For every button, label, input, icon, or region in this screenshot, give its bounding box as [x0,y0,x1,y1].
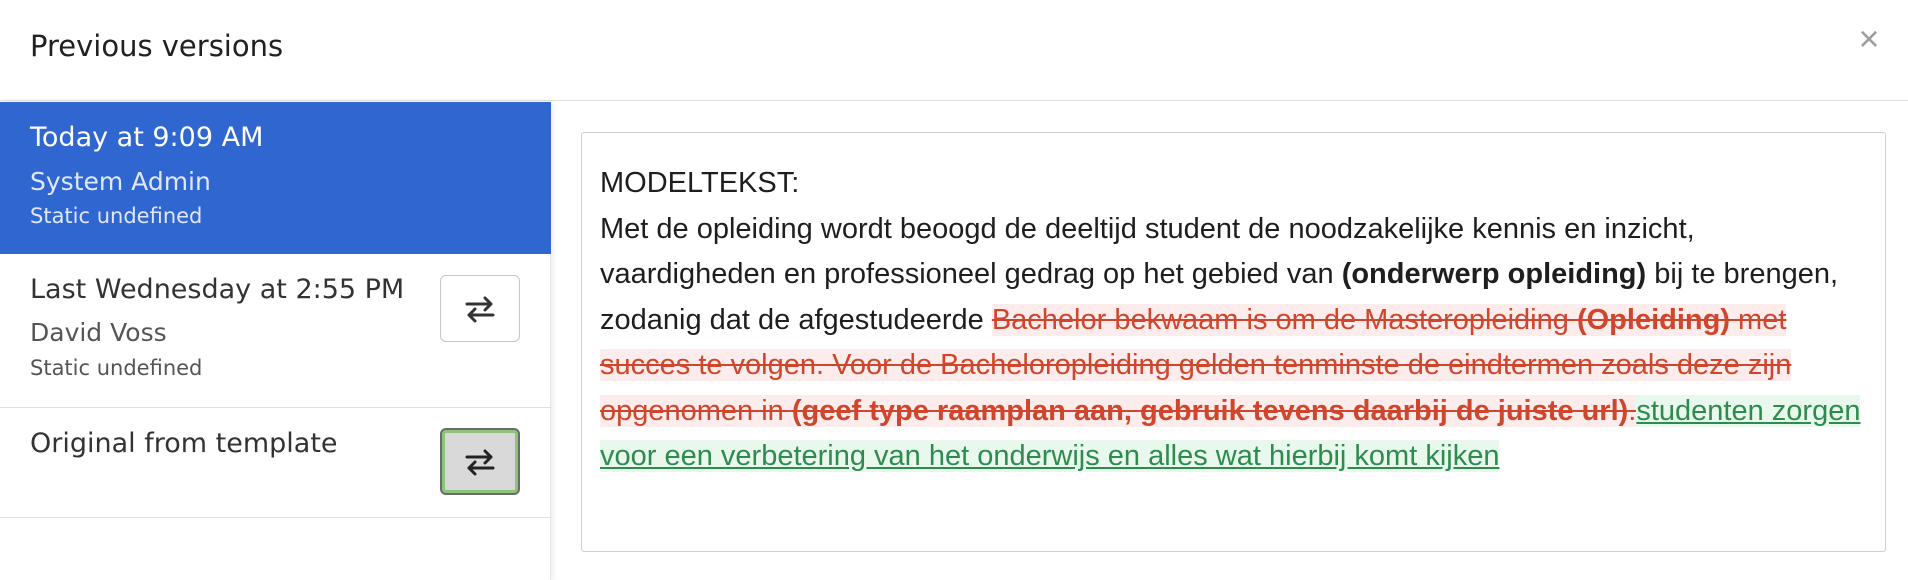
version-diff-view: MODELTEKST: Met de opleiding wordt beoogd… [581,132,1886,552]
version-note: Static undefined [30,204,203,228]
version-title: Today at 9:09 AM [30,122,264,153]
version-item-original-template[interactable]: Original from template [0,408,551,518]
document-heading: MODELTEKST: [600,167,800,199]
version-author: David Voss [30,318,167,347]
close-button[interactable]: × [1852,18,1886,59]
close-icon: × [1858,18,1880,59]
version-title: Original from template [30,428,338,459]
version-note: Static undefined [30,356,203,380]
deleted-bold-segment: (Opleiding) [1576,303,1730,336]
version-item-last-wednesday[interactable]: Last Wednesday at 2:55 PM David Voss Sta… [0,254,551,408]
version-item-current[interactable]: Today at 9:09 AM System Admin Static und… [0,102,551,254]
dialog-title: Previous versions [30,29,284,63]
compare-version-button[interactable] [440,428,520,495]
bold-segment: (onderwerp opleiding) [1341,258,1647,290]
diff-text: MODELTEKST: Met de opleiding wordt beoogd… [600,161,1867,480]
version-title: Last Wednesday at 2:55 PM [30,274,405,305]
swap-arrows-icon [465,449,495,475]
previous-versions-dialog: Previous versions × Today at 9:09 AM Sys… [0,0,1908,580]
versions-list: Today at 9:09 AM System Admin Static und… [0,102,551,580]
swap-arrows-icon [465,296,495,322]
version-author: System Admin [30,167,211,196]
dialog-header: Previous versions × [0,0,1908,101]
deleted-segment: Bachelor bekwaam is om de Masteropleidin… [991,303,1577,336]
deleted-bold-segment: (geef type raamplan aan, gebruik tevens … [791,394,1629,427]
compare-version-button[interactable] [440,275,520,342]
